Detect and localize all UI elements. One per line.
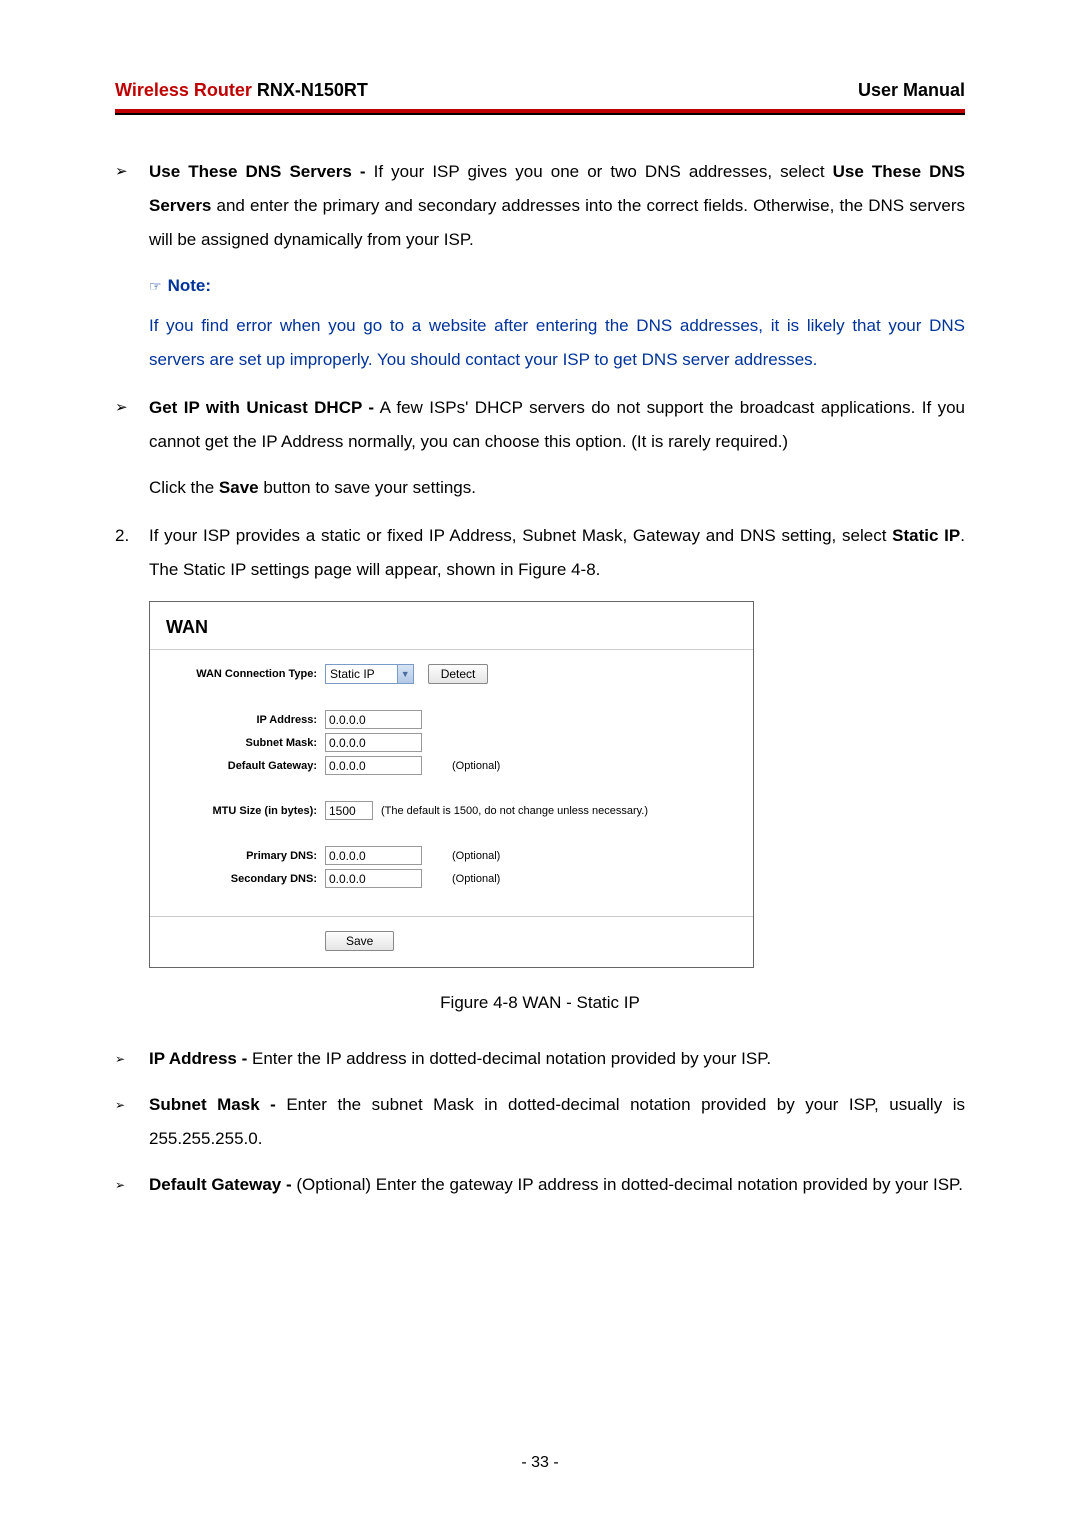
chevron-down-icon: ▼: [397, 665, 413, 683]
header-title-model: RNX-N150RT: [252, 80, 368, 100]
header-right: User Manual: [858, 80, 965, 101]
row-subnet: Subnet Mask:: [150, 733, 743, 752]
row-save: Save: [150, 931, 753, 951]
bullet-text: Subnet Mask - Enter the subnet Mask in d…: [149, 1088, 965, 1156]
text: button to save your settings.: [259, 478, 476, 497]
label-sdns: Secondary DNS:: [150, 872, 325, 886]
bullet-ip-address: ➢ IP Address - Enter the IP address in d…: [115, 1042, 965, 1076]
bullet-text: Get IP with Unicast DHCP - A few ISPs' D…: [149, 391, 965, 459]
bullet-default-gateway: ➢ Default Gateway - (Optional) Enter the…: [115, 1168, 965, 1202]
content: ➢ Use These DNS Servers - If your ISP gi…: [115, 115, 965, 1202]
wan-title: WAN: [150, 602, 753, 649]
note-optional: (Optional): [452, 872, 500, 886]
spacer: [150, 824, 743, 842]
label-connection-type: WAN Connection Type:: [150, 667, 325, 681]
text: (Optional) Enter the gateway IP address …: [292, 1175, 963, 1194]
bullet-subnet-mask: ➢ Subnet Mask - Enter the subnet Mask in…: [115, 1088, 965, 1156]
page-number: - 33 -: [0, 1454, 1080, 1472]
arrow-icon: ➢: [115, 1088, 149, 1156]
label-ip: IP Address:: [150, 713, 325, 727]
note-label: Note:: [168, 269, 211, 303]
subnet-mask-input[interactable]: [325, 733, 422, 752]
bold-text: Use These DNS Servers -: [149, 162, 366, 181]
row-mtu: MTU Size (in bytes): (The default is 150…: [150, 801, 743, 820]
primary-dns-input[interactable]: [325, 846, 422, 865]
row-primary-dns: Primary DNS: (Optional): [150, 846, 743, 865]
spacer: [150, 779, 743, 797]
row-gateway: Default Gateway: (Optional): [150, 756, 743, 775]
select-value: Static IP: [326, 667, 397, 683]
label-gateway: Default Gateway:: [150, 759, 325, 773]
page-header: Wireless Router RNX-N150RT User Manual: [115, 80, 965, 109]
wan-body: WAN Connection Type: Static IP ▼ Detect …: [150, 650, 753, 916]
note-mtu: (The default is 1500, do not change unle…: [381, 804, 648, 818]
text: Enter the IP address in dotted-decimal n…: [247, 1049, 771, 1068]
arrow-icon: ➢: [115, 155, 149, 257]
bullet-text: IP Address - Enter the IP address in dot…: [149, 1042, 965, 1076]
bullet-text: Use These DNS Servers - If your ISP give…: [149, 155, 965, 257]
arrow-icon: ➢: [115, 391, 149, 459]
label-mtu: MTU Size (in bytes):: [150, 804, 325, 818]
ip-address-input[interactable]: [325, 710, 422, 729]
bold-text: Static IP: [892, 526, 960, 545]
list-number: 2.: [115, 519, 149, 587]
bold-text: Subnet Mask -: [149, 1095, 276, 1114]
row-secondary-dns: Secondary DNS: (Optional): [150, 869, 743, 888]
note-optional: (Optional): [452, 849, 500, 863]
bold-text: Default Gateway -: [149, 1175, 292, 1194]
header-title-red: Wireless Router: [115, 80, 252, 100]
figure-caption: Figure 4-8 WAN - Static IP: [115, 986, 965, 1020]
arrow-icon: ➢: [115, 1168, 149, 1202]
pointing-hand-icon: ☞: [149, 272, 162, 300]
spacer: [150, 892, 743, 902]
note-body: If you find error when you go to a websi…: [149, 309, 965, 377]
bullet-unicast-dhcp: ➢ Get IP with Unicast DHCP - A few ISPs'…: [115, 391, 965, 459]
page: Wireless Router RNX-N150RT User Manual ➢…: [0, 0, 1080, 1254]
wan-footer: Save: [150, 917, 753, 967]
numbered-item-2: 2. If your ISP provides a static or fixe…: [115, 519, 965, 587]
spacer: [150, 688, 743, 706]
label-subnet: Subnet Mask:: [150, 736, 325, 750]
bold-text: Save: [219, 478, 259, 497]
detect-button[interactable]: Detect: [428, 664, 489, 684]
mtu-input[interactable]: [325, 801, 373, 820]
default-gateway-input[interactable]: [325, 756, 422, 775]
text: and enter the primary and secondary addr…: [149, 196, 965, 249]
bold-text: IP Address -: [149, 1049, 247, 1068]
row-connection-type: WAN Connection Type: Static IP ▼ Detect: [150, 664, 743, 684]
save-button[interactable]: Save: [325, 931, 394, 951]
note-optional: (Optional): [452, 759, 500, 773]
arrow-icon: ➢: [115, 1042, 149, 1076]
wan-settings-panel: WAN WAN Connection Type: Static IP ▼ Det…: [149, 601, 754, 968]
bullet-dns-servers: ➢ Use These DNS Servers - If your ISP gi…: [115, 155, 965, 257]
para-save: Click the Save button to save your setti…: [149, 471, 965, 505]
secondary-dns-input[interactable]: [325, 869, 422, 888]
header-title: Wireless Router RNX-N150RT: [115, 80, 368, 101]
bullet-text: Default Gateway - (Optional) Enter the g…: [149, 1168, 965, 1202]
text: If your ISP provides a static or fixed I…: [149, 526, 892, 545]
numbered-body: If your ISP provides a static or fixed I…: [149, 519, 965, 587]
text: If your ISP gives you one or two DNS add…: [366, 162, 833, 181]
connection-type-select[interactable]: Static IP ▼: [325, 664, 414, 684]
note-heading: ☞ Note:: [149, 269, 965, 303]
text: Click the: [149, 478, 219, 497]
row-ip-address: IP Address:: [150, 710, 743, 729]
bold-text: Get IP with Unicast DHCP -: [149, 398, 374, 417]
label-pdns: Primary DNS:: [150, 849, 325, 863]
